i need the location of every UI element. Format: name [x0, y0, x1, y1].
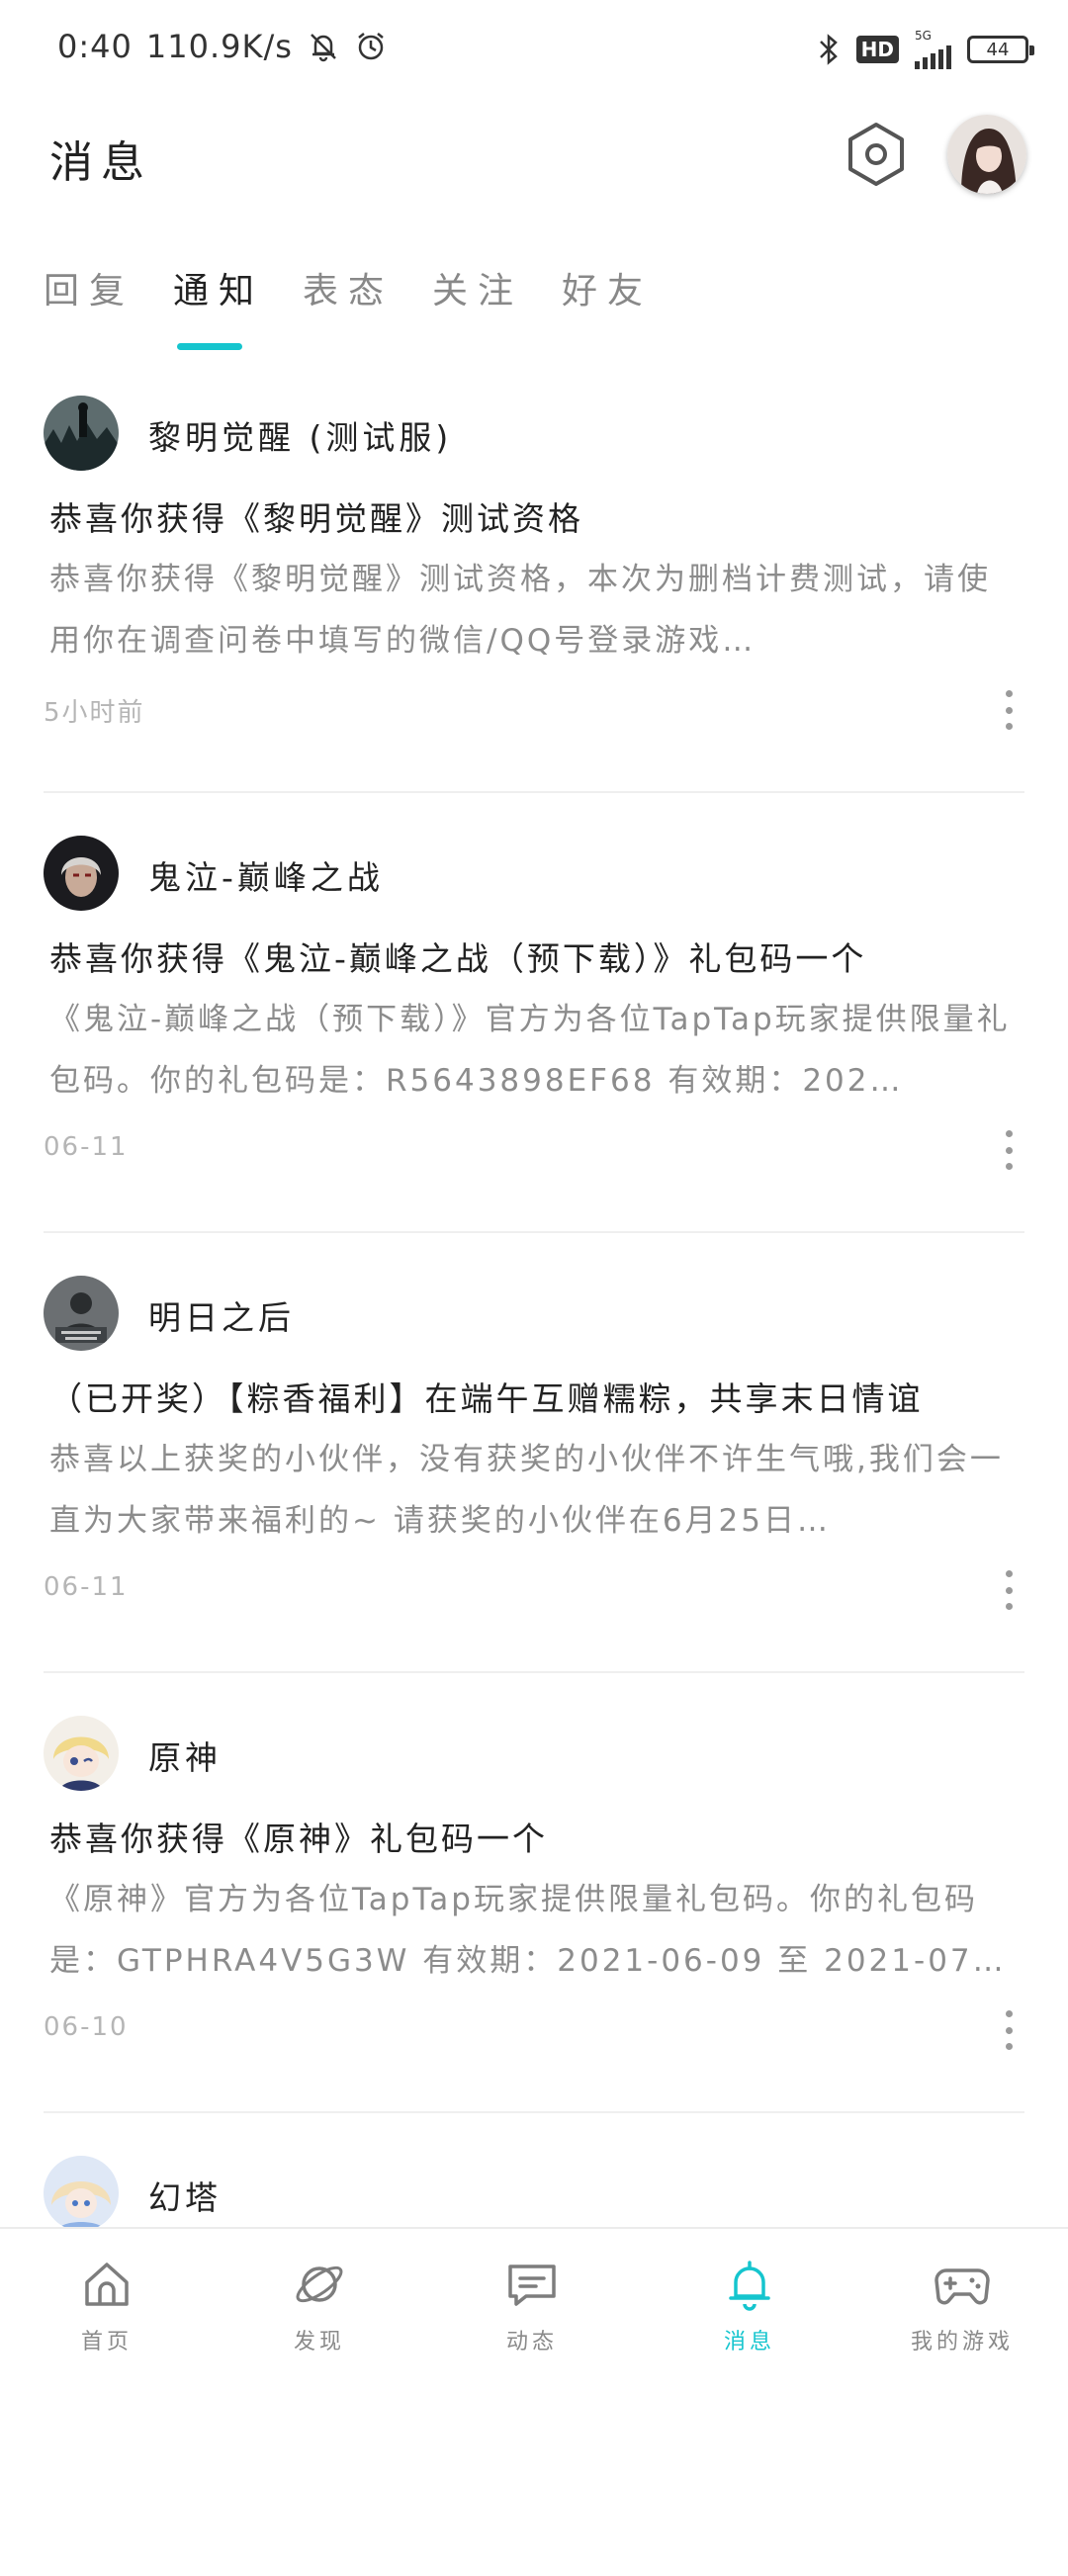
notification-time: 5小时前: [44, 698, 145, 728]
divider: [44, 1231, 1024, 1233]
notification-source: 鬼泣-巅峰之战: [148, 858, 384, 897]
notification-source: 黎明觉醒 (测试服): [148, 418, 453, 457]
notification-time: 06-11: [44, 1132, 129, 1162]
notification-body: 恭喜你获得《黎明觉醒》测试资格，本次为删档计费测试，请使用你在调查问卷中填写的微…: [49, 562, 991, 659]
nav-discover-label: 发现: [293, 2330, 345, 2354]
notification-item[interactable]: 明日之后 （已开奖）【粽香福利】在端午互赠糯粽，共享末日情谊 恭喜以上获奖的小伙…: [0, 1256, 1068, 1696]
tab-bar: 回复 通知 表态 关注 好友: [0, 252, 1068, 351]
settings-hexagon-icon: [848, 123, 904, 186]
nav-my-games-label: 我的游戏: [910, 2330, 1014, 2354]
bell-icon: [729, 2261, 770, 2311]
page-title: 消息: [49, 137, 152, 188]
notification-source: 幻塔: [148, 2178, 222, 2217]
notification-time: 06-10: [44, 2012, 129, 2042]
more-options-button[interactable]: [997, 690, 1021, 730]
nav-feed-label: 动态: [505, 2330, 558, 2354]
feed-chat-icon: [508, 2265, 556, 2306]
notification-body: 《鬼泣-巅峰之战（预下载）》官方为各位TapTap玩家提供限量礼包码。你的礼包码…: [49, 1002, 1011, 1099]
divider: [44, 791, 1024, 793]
bottom-navigation: 首页 发现 动态 消息 我的游戏: [0, 2227, 1068, 2375]
nav-my-games[interactable]: 我的游戏: [888, 2229, 1036, 2375]
discover-planet-icon: [296, 2265, 343, 2303]
status-left: 0:40 110.9K/s: [57, 28, 388, 65]
notification-title: 恭喜你获得《鬼泣-巅峰之战（预下载）》礼包码一个: [49, 939, 867, 978]
page-header: 消息: [0, 99, 1068, 218]
more-options-button[interactable]: [997, 2010, 1021, 2050]
game-avatar[interactable]: [44, 2156, 119, 2231]
divider: [44, 2111, 1024, 2113]
notification-title: 恭喜你获得《原神》礼包码一个: [49, 1820, 548, 1858]
tab-reaction[interactable]: 表态: [303, 262, 394, 313]
hd-badge: HD: [855, 36, 899, 63]
nav-discover[interactable]: 发现: [245, 2229, 394, 2375]
settings-button[interactable]: [841, 119, 912, 190]
notification-item[interactable]: 鬼泣-巅峰之战 恭喜你获得《鬼泣-巅峰之战（预下载）》礼包码一个 《鬼泣-巅峰之…: [0, 816, 1068, 1256]
notification-title: 恭喜你获得《黎明觉醒》测试资格: [49, 499, 583, 538]
notification-title: （已开奖）【粽香福利】在端午互赠糯粽，共享末日情谊: [49, 1379, 924, 1418]
home-icon: [85, 2263, 129, 2306]
status-speed: 110.9K/s: [145, 28, 293, 65]
gamepad-icon: [934, 2268, 990, 2305]
network-type: 5G: [915, 29, 932, 43]
notification-body: 恭喜以上获奖的小伙伴，没有获奖的小伙伴不许生气哦,我们会一直为大家带来福利的~ …: [49, 1442, 1004, 1539]
notification-item[interactable]: 原神 恭喜你获得《原神》礼包码一个 《原神》官方为各位TapTap玩家提供限量礼…: [0, 1696, 1068, 2136]
user-avatar[interactable]: [947, 115, 1026, 194]
more-options-button[interactable]: [997, 1570, 1021, 1610]
tab-reply[interactable]: 回复: [44, 262, 134, 313]
game-avatar[interactable]: [44, 396, 119, 471]
status-time: 0:40: [57, 28, 133, 65]
game-avatar[interactable]: [44, 836, 119, 911]
notification-body: 《原神》官方为各位TapTap玩家提供限量礼包码。你的礼包码是：GTPHRA4V…: [49, 1882, 1007, 1979]
game-avatar[interactable]: [44, 1716, 119, 1791]
notification-time: 06-11: [44, 1572, 129, 1602]
tab-follow[interactable]: 关注: [432, 262, 523, 313]
nav-messages[interactable]: 消息: [675, 2229, 824, 2375]
status-bar: 0:40 110.9K/s HD 5G 44: [0, 0, 1068, 99]
nav-home[interactable]: 首页: [33, 2229, 181, 2375]
alarm-icon: [358, 33, 384, 60]
more-options-button[interactable]: [997, 1130, 1021, 1170]
tab-notification[interactable]: 通知: [173, 262, 264, 313]
notification-item[interactable]: 黎明觉醒 (测试服) 恭喜你获得《黎明觉醒》测试资格 恭喜你获得《黎明觉醒》测试…: [0, 376, 1068, 816]
nav-messages-label: 消息: [723, 2330, 775, 2354]
battery-level: 44: [986, 39, 1010, 60]
active-tab-indicator: [177, 343, 242, 350]
tab-friends[interactable]: 好友: [562, 262, 653, 313]
nav-feed[interactable]: 动态: [458, 2229, 606, 2375]
nav-home-label: 首页: [80, 2330, 133, 2354]
status-right: HD 5G 44: [817, 29, 1034, 69]
divider: [44, 1671, 1024, 1673]
game-avatar[interactable]: [44, 1276, 119, 1351]
notification-source: 原神: [148, 1738, 222, 1777]
mute-bell-icon: [311, 34, 336, 62]
notification-source: 明日之后: [148, 1298, 295, 1337]
bluetooth-icon: [819, 34, 838, 65]
signal-icon: [915, 42, 951, 69]
battery-icon: 44: [967, 36, 1034, 63]
